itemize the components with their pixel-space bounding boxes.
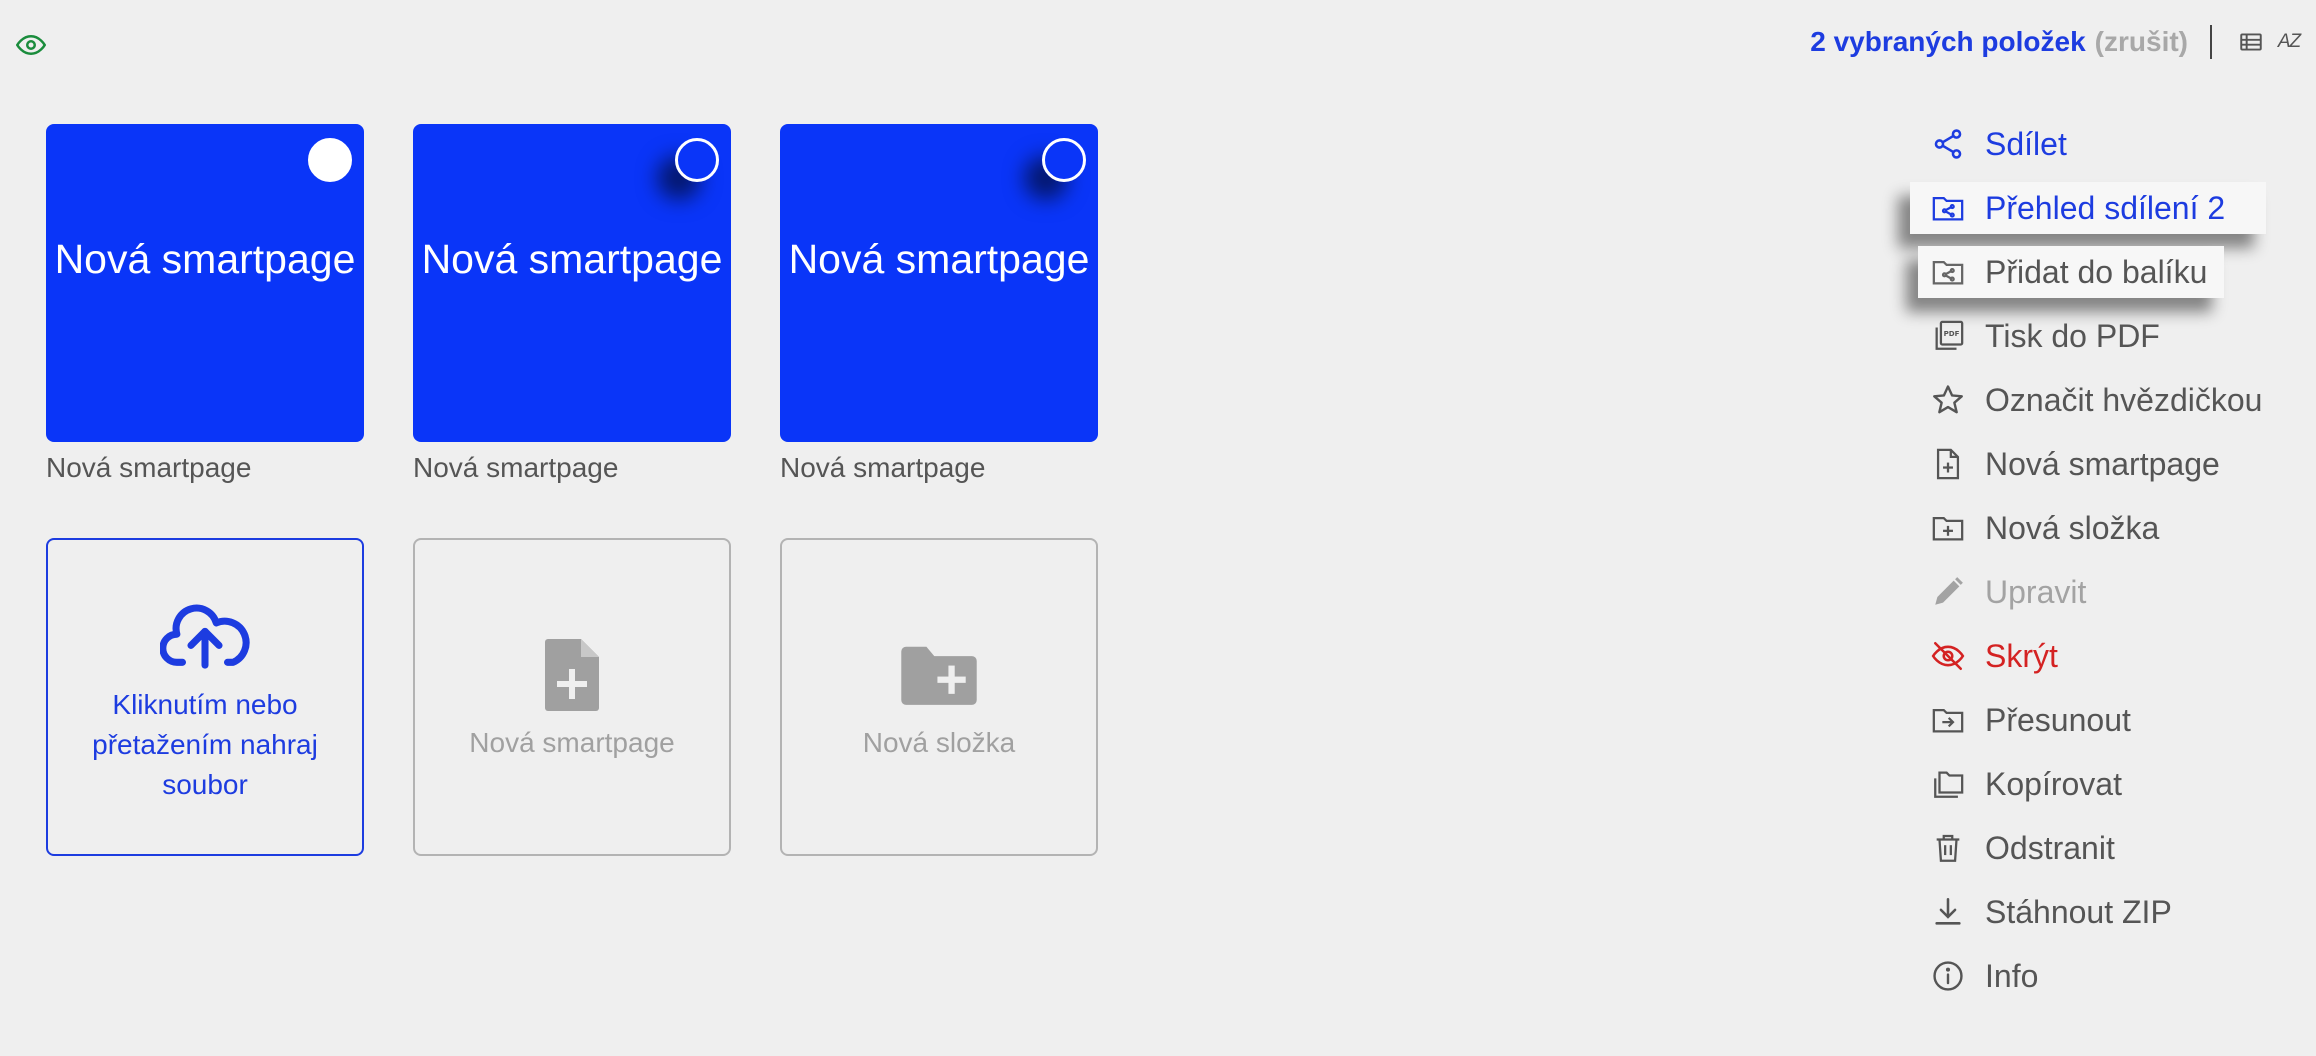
cloud-upload-icon <box>160 604 250 669</box>
selection-checkbox[interactable] <box>1042 138 1086 182</box>
item-tile[interactable]: Nová smartpage <box>413 124 731 442</box>
new-smartpage-label: Nová smartpage <box>469 727 675 758</box>
selection-checkbox[interactable] <box>675 138 719 182</box>
download-icon <box>1930 894 1966 930</box>
list-view-icon[interactable] <box>2238 29 2264 55</box>
folder-share-icon <box>1930 190 1966 226</box>
file-plus-icon <box>545 639 599 711</box>
item-caption: Nová smartpage <box>46 452 252 483</box>
menu-item-add-to-package[interactable]: Přidat do balíku <box>1910 240 2310 304</box>
new-smartpage-tile[interactable]: Nová smartpage <box>413 538 731 856</box>
selection-checkbox[interactable] <box>308 138 352 182</box>
folder-plus-icon <box>1930 510 1966 546</box>
svg-text:PDF: PDF <box>1944 329 1960 338</box>
item-caption: Nová smartpage <box>413 452 619 483</box>
menu-item-print-pdf[interactable]: PDF Tisk do PDF <box>1910 304 2310 368</box>
menu-item-star[interactable]: Označit hvězdičkou <box>1910 368 2310 432</box>
menu-item-copy[interactable]: Kopírovat <box>1910 752 2310 816</box>
copy-icon <box>1930 766 1966 802</box>
menu-item-download-zip[interactable]: Stáhnout ZIP <box>1910 880 2310 944</box>
eye-off-icon <box>1930 638 1966 674</box>
item-tile-title: Nová smartpage <box>421 236 723 282</box>
menu-item-hide[interactable]: Skrýt <box>1910 624 2310 688</box>
sort-az-icon[interactable]: AZ <box>2276 29 2302 55</box>
trash-icon <box>1930 830 1966 866</box>
menu-item-share-overview[interactable]: Přehled sdílení 2 <box>1910 176 2310 240</box>
menu-item-share[interactable]: Sdílet <box>1910 112 2310 176</box>
item-tile-title: Nová smartpage <box>788 236 1090 282</box>
share-icon <box>1930 126 1966 162</box>
folder-share-icon <box>1930 254 1966 290</box>
new-folder-tile[interactable]: Nová složka <box>780 538 1098 856</box>
item-caption: Nová smartpage <box>780 452 986 483</box>
folder-move-icon <box>1930 702 1966 738</box>
info-icon <box>1930 958 1966 994</box>
item-tile[interactable]: Nová smartpage <box>46 124 364 442</box>
menu-item-move[interactable]: Přesunout <box>1910 688 2310 752</box>
menu-item-info[interactable]: Info <box>1910 944 2310 1008</box>
file-plus-icon <box>1930 446 1966 482</box>
star-icon <box>1930 382 1966 418</box>
upload-hint: Kliknutím nebo přetažením nahraj soubor <box>92 689 318 800</box>
folder-plus-icon <box>901 646 977 705</box>
menu-item-new-folder[interactable]: Nová složka <box>1910 496 2310 560</box>
selection-count: 2 vybraných položek <box>1810 26 2086 57</box>
selection-toolbar: 2 vybraných položek (zrušit) AZ <box>1810 22 2302 62</box>
context-menu: Sdílet Přehled sdílení 2 Přidat do balík… <box>1910 112 2310 1008</box>
toolbar-divider <box>2210 25 2212 59</box>
visibility-eye-icon[interactable] <box>16 30 46 60</box>
pdf-icon: PDF <box>1930 318 1966 354</box>
upload-tile[interactable]: Kliknutím nebo přetažením nahraj soubor <box>46 538 364 856</box>
menu-item-edit[interactable]: Upravit <box>1910 560 2310 624</box>
item-tile-title: Nová smartpage <box>54 236 356 282</box>
new-folder-label: Nová složka <box>862 727 1016 758</box>
menu-item-new-smartpage[interactable]: Nová smartpage <box>1910 432 2310 496</box>
cancel-selection-link[interactable]: (zrušit) <box>2095 26 2188 58</box>
menu-item-delete[interactable]: Odstranit <box>1910 816 2310 880</box>
item-tile[interactable]: Nová smartpage <box>780 124 1098 442</box>
pencil-icon <box>1930 574 1966 610</box>
